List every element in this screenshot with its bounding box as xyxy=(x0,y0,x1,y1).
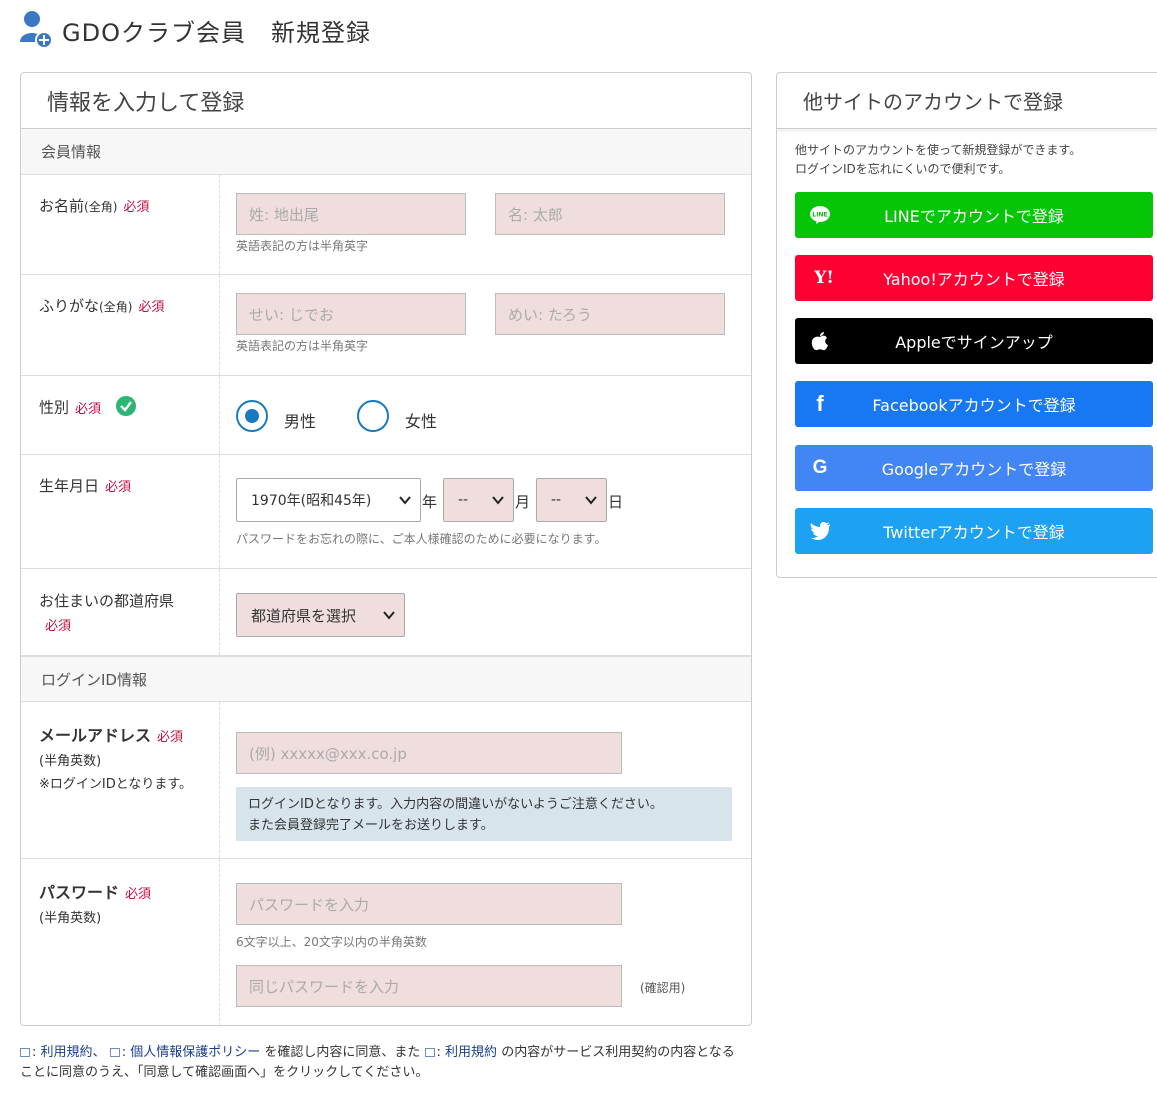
last-kana-input[interactable]: せい: じでお xyxy=(236,293,466,335)
name-row: お名前(全角) 必須 姓: 地出尾 名: 太郎 英語表記の方は半角英字 xyxy=(21,175,751,275)
email-label: メールアドレス 必須 (半角英数) ※ログインIDとなります。 xyxy=(21,702,220,858)
email-row: メールアドレス 必須 (半角英数) ※ログインIDとなります。 (例) xxxxx… xyxy=(21,702,751,859)
chevron-down-icon xyxy=(492,496,504,505)
female-label: 女性 xyxy=(405,412,438,431)
required-badge: 必須 xyxy=(75,401,102,417)
password-note: 6文字以上、20文字以内の半角英数 xyxy=(236,935,427,949)
facebook-register-button[interactable]: f Facebookアカウントで登録 xyxy=(795,381,1153,427)
gender-row: 性別 必須 男性 女性 xyxy=(21,376,751,455)
google-register-button[interactable]: G Googleアカウントで登録 xyxy=(795,445,1153,491)
birthday-note: パスワードをお忘れの際に、ご本人様確認のために必要になります。 xyxy=(236,532,607,546)
password-input[interactable]: パスワードを入力 xyxy=(236,883,622,925)
kana-label: ふりがな(全角) 必須 xyxy=(21,275,220,375)
terms-link-2[interactable]: 利用規約 xyxy=(445,1045,497,1060)
chevron-down-icon xyxy=(383,611,395,620)
birth-day-select[interactable]: -- xyxy=(536,478,607,522)
terms-link[interactable]: 利用規約 xyxy=(41,1045,93,1060)
yahoo-icon: Y! xyxy=(814,268,834,288)
name-note: 英語表記の方は半角英字 xyxy=(236,239,369,253)
prefecture-row: お住まいの都道府県 必須 都道府県を選択 xyxy=(21,569,751,656)
prefecture-select[interactable]: 都道府県を選択 xyxy=(236,593,405,637)
member-info-section: 会員情報 xyxy=(21,129,751,175)
sns-description: 他サイトのアカウントを使って新規登録ができます。 ログインIDを忘れにくいので便… xyxy=(795,143,1082,176)
terms-notice: : 利用規約、 : 個人情報保護ポリシー を確認し内容に同意、また : 利用規約… xyxy=(20,1045,735,1080)
birth-year-select[interactable]: 1970年(昭和45年) xyxy=(236,478,421,522)
google-icon: G xyxy=(812,457,828,478)
year-unit: 年 xyxy=(422,493,438,511)
required-badge: 必須 xyxy=(123,200,150,215)
email-info-box: ログインIDとなります。入力内容の間違いがないようご注意ください。 また会員登録… xyxy=(236,787,732,841)
sns-register-panel: 他サイトのアカウントで登録 他サイトのアカウントを使って新規登録ができます。 ロ… xyxy=(776,72,1157,578)
check-icon xyxy=(115,396,136,420)
name-label: お名前(全角) 必須 xyxy=(21,175,220,274)
add-user-icon xyxy=(18,10,54,50)
line-icon: LINE xyxy=(809,204,831,226)
sns-panel-title: 他サイトのアカウントで登録 xyxy=(777,73,1157,129)
document-icon xyxy=(109,1048,120,1057)
email-input[interactable]: (例) xxxxx@xxx.co.jp xyxy=(236,732,622,774)
last-name-input[interactable]: 姓: 地出尾 xyxy=(236,193,466,235)
apple-icon xyxy=(809,330,831,352)
document-icon xyxy=(20,1048,30,1057)
chevron-down-icon xyxy=(585,496,597,505)
gender-label: 性別 必須 xyxy=(21,376,220,454)
month-unit: 月 xyxy=(515,493,531,511)
male-radio[interactable] xyxy=(236,400,268,432)
birthday-label: 生年月日 必須 xyxy=(21,455,220,568)
birthday-row: 生年月日 必須 1970年(昭和45年) 年 -- 月 -- 日 パスワードをお忘… xyxy=(21,455,751,569)
privacy-policy-link[interactable]: 個人情報保護ポリシー xyxy=(130,1045,260,1060)
first-kana-input[interactable]: めい: たろう xyxy=(495,293,725,335)
required-badge: 必須 xyxy=(157,730,184,745)
twitter-icon xyxy=(809,520,831,542)
password-confirm-input[interactable]: 同じパスワードを入力 xyxy=(236,965,622,1007)
twitter-register-button[interactable]: Twitterアカウントで登録 xyxy=(795,508,1153,554)
female-radio[interactable] xyxy=(357,400,389,432)
registration-form-panel: 情報を入力して登録 会員情報 お名前(全角) 必須 姓: 地出尾 名: 太郎 英語… xyxy=(20,72,752,1026)
svg-text:LINE: LINE xyxy=(812,212,827,219)
page-header: GDOクラブ会員 新規登録 xyxy=(18,10,371,50)
password-label: パスワード 必須 (半角英数) xyxy=(21,859,220,1025)
password-confirm-note: (確認用) xyxy=(640,981,686,995)
kana-note: 英語表記の方は半角英字 xyxy=(236,339,369,353)
birth-month-select[interactable]: -- xyxy=(443,478,514,522)
day-unit: 日 xyxy=(608,493,624,511)
document-icon xyxy=(424,1048,435,1057)
required-badge: 必須 xyxy=(45,619,72,634)
login-info-section: ログインID情報 xyxy=(21,656,751,702)
required-badge: 必須 xyxy=(138,300,165,315)
male-label: 男性 xyxy=(284,412,317,431)
chevron-down-icon xyxy=(399,496,411,505)
password-row: パスワード 必須 (半角英数) パスワードを入力 6文字以上、20文字以内の半角英… xyxy=(21,859,751,1025)
line-register-button[interactable]: LINE LINEでアカウントで登録 xyxy=(795,192,1153,238)
yahoo-register-button[interactable]: Y! Yahoo!アカウントで登録 xyxy=(795,255,1153,301)
page-title: GDOクラブ会員 新規登録 xyxy=(62,18,371,47)
apple-signup-button[interactable]: Appleでサインアップ xyxy=(795,318,1153,364)
first-name-input[interactable]: 名: 太郎 xyxy=(495,193,725,235)
required-badge: 必須 xyxy=(125,887,152,902)
required-badge: 必須 xyxy=(105,480,132,495)
prefecture-label: お住まいの都道府県 必須 xyxy=(21,569,220,655)
facebook-icon: f xyxy=(816,391,824,416)
kana-row: ふりがな(全角) 必須 せい: じでお めい: たろう 英語表記の方は半角英字 xyxy=(21,275,751,376)
form-panel-title: 情報を入力して登録 xyxy=(21,73,751,129)
